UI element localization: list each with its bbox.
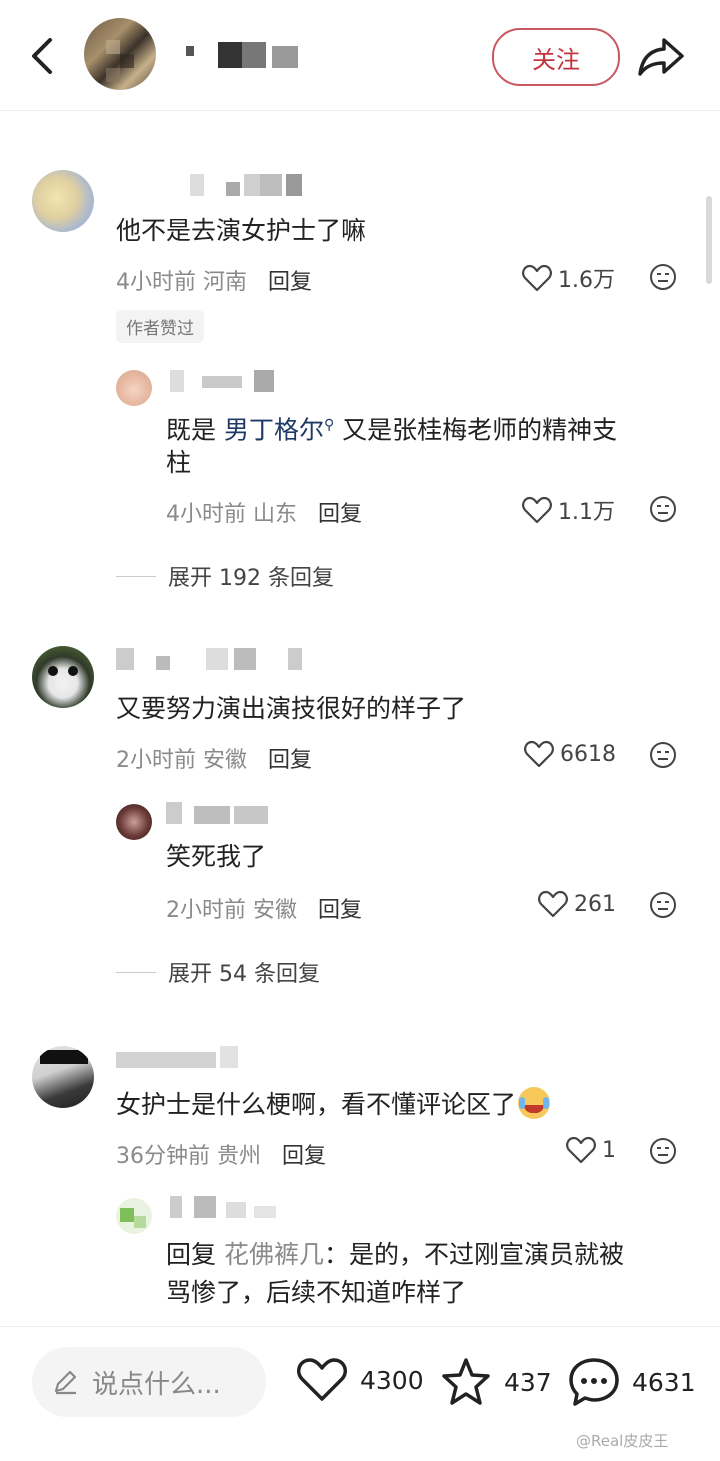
like-button[interactable]: 1.1万 xyxy=(522,494,615,526)
emoji-reaction-icon[interactable] xyxy=(648,262,678,292)
like-button[interactable]: 1.6万 xyxy=(522,262,615,294)
reply-button[interactable]: 回复 xyxy=(318,898,362,923)
follow-button[interactable]: 关注 xyxy=(492,28,620,86)
avatar[interactable] xyxy=(116,804,152,840)
emoji-reaction-icon[interactable] xyxy=(648,1136,678,1166)
like-post-button[interactable]: 4300 xyxy=(296,1357,424,1403)
reply-meta: 4小时前 山东 回复 xyxy=(166,502,363,527)
reply-button[interactable]: 回复 xyxy=(282,1144,326,1169)
post-like-count: 4300 xyxy=(360,1365,424,1395)
like-count: 1.1万 xyxy=(558,500,615,525)
username-blurred[interactable] xyxy=(116,1046,246,1068)
back-arrow-icon[interactable] xyxy=(24,34,60,78)
username-blurred[interactable] xyxy=(190,174,320,196)
star-icon xyxy=(442,1358,490,1405)
author-name-blurred[interactable] xyxy=(180,38,310,70)
avatar[interactable] xyxy=(32,646,94,708)
reply-to-username[interactable]: 花佛裤几 xyxy=(224,1240,324,1269)
comments-button[interactable]: 4631 xyxy=(568,1357,696,1407)
favorite-button[interactable]: 437 xyxy=(440,1357,552,1407)
avatar[interactable] xyxy=(32,1046,94,1108)
emoji-reaction-icon[interactable] xyxy=(648,740,678,770)
comment-text: 女护士是什么梗啊，看不懂评论区了 xyxy=(116,1086,551,1124)
emoji-reaction-icon[interactable] xyxy=(648,890,678,920)
reply-meta: 2小时前 安徽 回复 xyxy=(166,898,363,923)
expand-replies-button[interactable]: 展开 192 条回复 xyxy=(116,560,334,592)
avatar[interactable] xyxy=(116,1198,152,1234)
reply-text: 既是 男丁格尔⚲ 又是张桂梅老师的精神支 xyxy=(166,415,618,445)
comment-location: 河南 xyxy=(203,270,248,295)
heart-icon xyxy=(522,264,552,292)
divider xyxy=(116,971,156,973)
divider xyxy=(116,575,156,577)
reply-button[interactable]: 回复 xyxy=(268,748,312,773)
comment-meta: 2小时前 安徽 回复 xyxy=(116,748,313,773)
username-blurred[interactable] xyxy=(170,1196,290,1218)
heart-icon xyxy=(538,890,568,918)
heart-icon xyxy=(524,740,554,768)
avatar[interactable] xyxy=(32,170,94,232)
reply-button[interactable]: 回复 xyxy=(268,270,312,295)
comment-text: 他不是去演女护士了嘛 xyxy=(116,216,367,245)
comment-input-placeholder: 说点什么... xyxy=(92,1369,221,1400)
emoji-reaction-icon[interactable] xyxy=(648,494,678,524)
reply-button[interactable]: 回复 xyxy=(318,502,362,527)
like-button[interactable]: 261 xyxy=(538,890,616,918)
expand-replies-button[interactable]: 展开 54 条回复 xyxy=(116,956,320,988)
top-bar: 关注 xyxy=(0,0,720,111)
share-icon[interactable] xyxy=(636,34,686,78)
comment-bubble-icon xyxy=(569,1358,619,1406)
reply-text-line2: 骂惨了，后续不知道咋样了 xyxy=(166,1278,467,1307)
like-count: 261 xyxy=(574,891,616,917)
scrollbar[interactable] xyxy=(706,196,712,284)
topic-link[interactable]: 男丁格尔 xyxy=(224,415,324,444)
username-blurred[interactable] xyxy=(166,802,276,824)
author-avatar[interactable] xyxy=(84,18,156,90)
reply-text: 笑死我了 xyxy=(166,842,267,871)
search-icon: ⚲ xyxy=(323,417,335,433)
like-button[interactable]: 6618 xyxy=(524,740,616,768)
like-count: 1.6万 xyxy=(558,268,615,293)
heart-icon xyxy=(522,496,552,524)
like-count: 6618 xyxy=(560,741,616,767)
comment-meta: 4小时前 河南 回复 xyxy=(116,264,312,296)
comment-count: 4631 xyxy=(632,1367,696,1397)
avatar[interactable] xyxy=(116,370,152,406)
comment-meta: 36分钟前 贵州 回复 xyxy=(116,1144,327,1169)
pencil-icon xyxy=(54,1370,77,1395)
username-blurred[interactable] xyxy=(116,648,316,670)
crying-laughing-emoji-icon xyxy=(518,1087,551,1119)
watermark: @Real皮皮王 xyxy=(576,1432,669,1450)
reply-text-line2: 柱 xyxy=(166,448,192,477)
heart-icon xyxy=(297,1358,347,1401)
username-blurred[interactable] xyxy=(170,370,280,392)
favorite-count: 437 xyxy=(504,1367,552,1397)
heart-icon xyxy=(566,1136,596,1164)
author-liked-badge: 作者赞过 xyxy=(116,310,204,343)
comment-time: 4小时前 xyxy=(116,270,196,295)
reply-text: 回复 花佛裤几：是的，不过刚宣演员就被 xyxy=(166,1240,624,1269)
comment-text: 又要努力演出演技很好的样子了 xyxy=(116,694,467,723)
comment-input[interactable]: 说点什么... xyxy=(32,1347,266,1417)
like-count: 1 xyxy=(602,1137,616,1163)
like-button[interactable]: 1 xyxy=(566,1136,616,1164)
